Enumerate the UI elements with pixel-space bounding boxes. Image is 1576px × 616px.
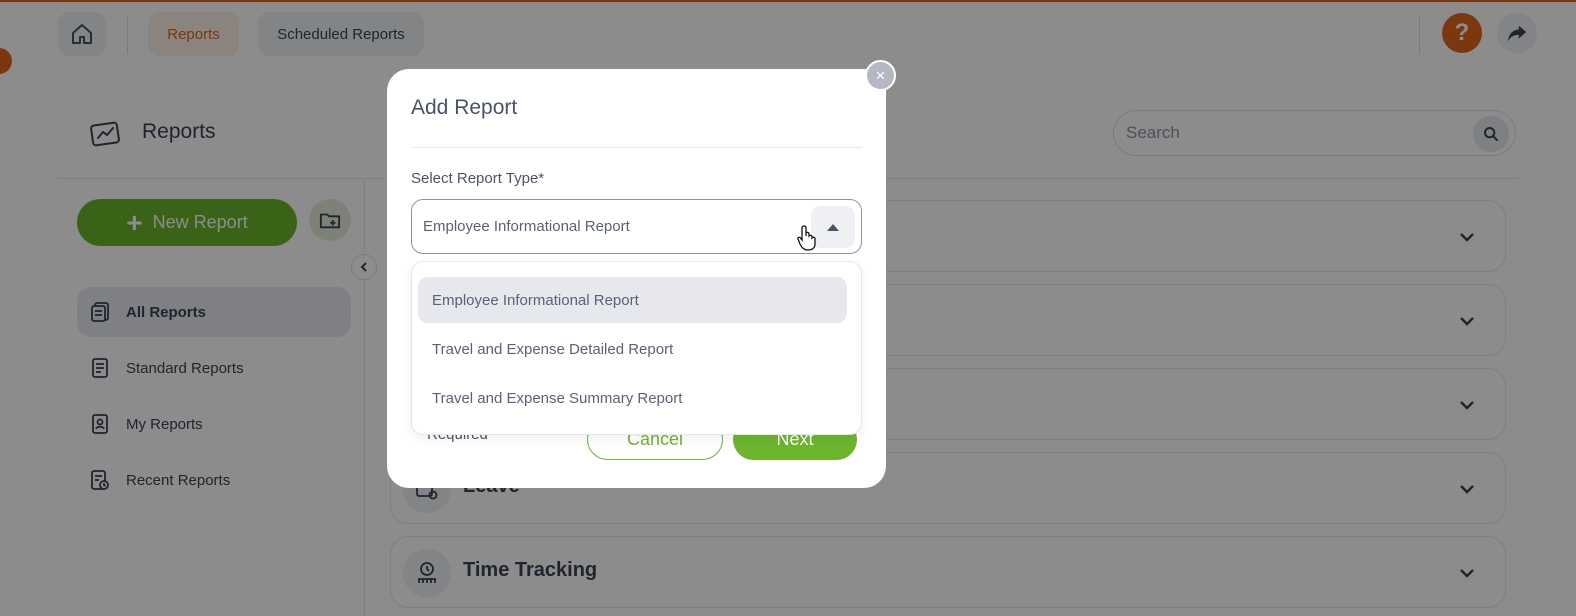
dropdown-option[interactable]: Travel and Expense Summary Report xyxy=(418,375,847,421)
report-type-selected-value: Employee Informational Report xyxy=(423,218,630,235)
caret-up-icon xyxy=(827,224,839,231)
report-type-options: Employee Informational Report Travel and… xyxy=(411,261,862,435)
dropdown-option[interactable]: Employee Informational Report xyxy=(418,277,847,323)
dropdown-option[interactable]: Travel and Expense Detailed Report xyxy=(418,326,847,372)
modal-divider xyxy=(411,147,862,148)
hand-cursor-icon xyxy=(797,225,816,251)
close-icon[interactable]: × xyxy=(865,60,896,91)
report-type-select[interactable]: Employee Informational Report xyxy=(411,199,862,254)
report-type-label: Select Report Type* xyxy=(411,170,545,187)
modal-title: Add Report xyxy=(411,96,518,119)
